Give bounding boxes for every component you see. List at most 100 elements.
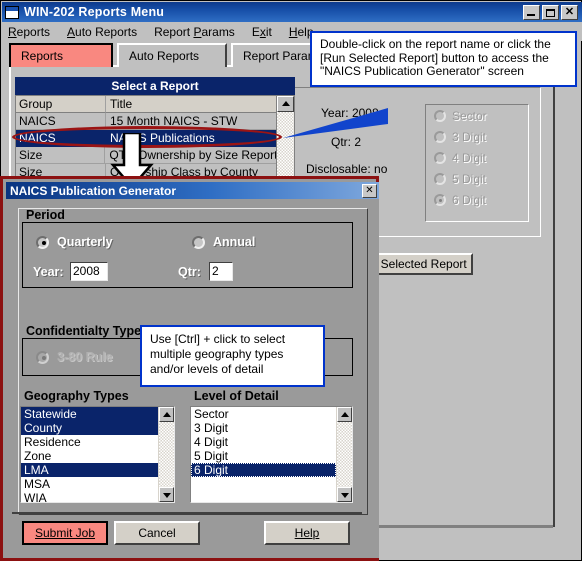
- column-header-group: Group: [16, 96, 106, 113]
- list-item[interactable]: MSA: [21, 477, 158, 491]
- scroll-down-arrow-icon: [340, 492, 349, 498]
- qtr-input[interactable]: 2: [209, 262, 233, 281]
- list-item[interactable]: Sector: [191, 407, 336, 421]
- background-radio-4-digit[interactable]: 4 Digit: [434, 147, 528, 168]
- background-disclosable-field: Disclosable: no: [306, 162, 387, 176]
- close-button[interactable]: ✕: [561, 4, 578, 20]
- table-row[interactable]: NAICS 15 Month NAICS - STW: [16, 113, 277, 130]
- help-button[interactable]: Help: [264, 521, 350, 545]
- background-radio-3-digit[interactable]: 3 Digit: [434, 126, 528, 147]
- background-radio-5-digit[interactable]: 5 Digit: [434, 168, 528, 189]
- cancel-label: Cancel: [138, 526, 176, 540]
- geography-types-label: Geography Types: [24, 389, 129, 403]
- geography-scrollbar[interactable]: [158, 407, 174, 502]
- geography-items: Statewide County Residence Zone LMA MSA …: [21, 407, 158, 502]
- geography-types-listbox[interactable]: Statewide County Residence Zone LMA MSA …: [20, 406, 175, 503]
- list-item[interactable]: County: [21, 421, 158, 435]
- scrollbar-track[interactable]: [337, 422, 352, 487]
- radio-quarterly[interactable]: Quarterly: [36, 235, 113, 249]
- report-list-header-row: Group Title: [16, 96, 277, 113]
- scroll-up-button[interactable]: [159, 407, 174, 422]
- minimize-button[interactable]: [523, 4, 540, 20]
- help-label: Help: [294, 526, 320, 540]
- radio-icon: [434, 109, 446, 122]
- scroll-up-button[interactable]: [337, 407, 352, 422]
- period-group-label: Period: [26, 208, 65, 222]
- scroll-up-arrow-icon: [162, 411, 171, 417]
- callout-report-name: Double-click on the report name or click…: [310, 31, 577, 87]
- row-title: 15 Month NAICS - STW: [106, 113, 277, 130]
- maximize-button[interactable]: [542, 4, 559, 20]
- scrollbar-track[interactable]: [159, 422, 174, 487]
- radio-icon: [434, 130, 446, 143]
- window-controls: ✕: [523, 4, 578, 20]
- select-a-report-panel: Select a Report Group Title NAICS 15 Mon…: [15, 77, 295, 183]
- callout-pointer-icon: [283, 108, 388, 138]
- year-label: Year:: [33, 265, 64, 279]
- qtr-label: Qtr:: [178, 265, 201, 279]
- menu-item-auto-reports[interactable]: Auto Reports: [67, 25, 137, 39]
- menu-item-report-params[interactable]: Report Params: [154, 25, 235, 39]
- dialog-title: NAICS Publication Generator: [10, 183, 177, 198]
- maximize-icon: [546, 8, 555, 17]
- app-window-icon: [5, 5, 19, 19]
- level-of-detail-listbox[interactable]: Sector 3 Digit 4 Digit 5 Digit 6 Digit: [190, 406, 353, 503]
- list-item-selected[interactable]: 6 Digit: [191, 463, 336, 477]
- list-item[interactable]: Statewide: [21, 407, 158, 421]
- radio-icon-selected: [36, 350, 49, 364]
- background-level-of-detail-group: Sector 3 Digit 4 Digit 5 Digit 6 Digit: [425, 104, 529, 222]
- close-icon: ✕: [564, 5, 575, 18]
- radio-3-80-rule[interactable]: 3-80 Rule: [36, 350, 113, 364]
- scroll-down-button[interactable]: [159, 487, 174, 502]
- radio-label: Sector: [452, 108, 487, 123]
- radio-icon-selected: [36, 235, 49, 249]
- level-of-detail-scrollbar[interactable]: [336, 407, 352, 502]
- radio-label: 3-80 Rule: [57, 350, 113, 364]
- list-item[interactable]: Residence: [21, 435, 158, 449]
- background-radio-sector[interactable]: Sector: [434, 105, 528, 126]
- list-item[interactable]: Zone: [21, 449, 158, 463]
- radio-label: 4 Digit: [452, 150, 487, 165]
- list-item[interactable]: LMA: [21, 463, 158, 477]
- minimize-icon: [527, 13, 535, 16]
- close-icon: ✕: [365, 184, 374, 196]
- radio-label: 6 Digit: [452, 192, 487, 207]
- dialog-button-separator: [12, 512, 362, 514]
- cancel-button[interactable]: Cancel: [114, 521, 200, 545]
- row-group: NAICS: [16, 130, 106, 147]
- year-input[interactable]: 2008: [70, 262, 108, 281]
- scroll-down-button[interactable]: [337, 487, 352, 502]
- radio-annual[interactable]: Annual: [192, 235, 255, 249]
- menu-item-reports[interactable]: RReportseports: [8, 25, 50, 39]
- background-disclosable-label: Disclosable:: [306, 162, 371, 176]
- radio-label: Quarterly: [57, 235, 113, 249]
- background-radio-6-digit[interactable]: 6 Digit: [434, 189, 528, 210]
- submit-job-button[interactable]: Submit Job: [22, 521, 108, 545]
- scroll-up-arrow-icon: [340, 411, 349, 417]
- tab-reports[interactable]: Reports: [9, 43, 113, 67]
- background-disclosable-value: no: [374, 162, 388, 176]
- row-group: NAICS: [16, 113, 106, 130]
- callout-multiselect: Use [Ctrl] + click to select multiple ge…: [140, 325, 325, 387]
- radio-icon: [192, 235, 205, 249]
- window-titlebar: WIN-202 Reports Menu ✕: [2, 2, 582, 22]
- report-list-header: Select a Report: [15, 77, 295, 95]
- callout-pointer-wedge: [283, 108, 388, 142]
- radio-label: Annual: [213, 235, 256, 249]
- tab-auto-reports[interactable]: Auto Reports: [117, 43, 227, 67]
- radio-label: 3 Digit: [452, 129, 487, 144]
- window-title: WIN-202 Reports Menu: [24, 5, 165, 19]
- dialog-close-button[interactable]: ✕: [362, 183, 377, 198]
- menu-item-exit[interactable]: Exit: [252, 25, 272, 39]
- row-group: Size: [16, 147, 106, 164]
- scroll-down-arrow-icon: [162, 492, 171, 498]
- list-item[interactable]: 3 Digit: [191, 421, 336, 435]
- confidentiality-type-label: Confidentialty Type: [26, 324, 142, 338]
- submit-job-label: Submit Job: [34, 526, 96, 540]
- list-item[interactable]: 4 Digit: [191, 435, 336, 449]
- radio-icon: [434, 172, 446, 185]
- list-item[interactable]: WIA: [21, 491, 158, 502]
- column-header-title: Title: [106, 96, 277, 113]
- list-item[interactable]: 5 Digit: [191, 449, 336, 463]
- radio-icon-selected: [434, 193, 446, 206]
